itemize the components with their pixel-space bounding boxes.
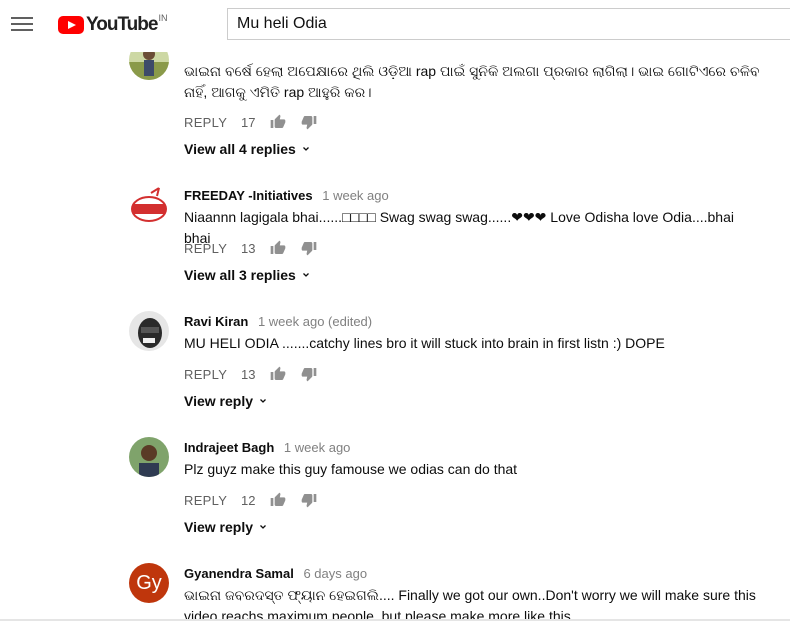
avatar[interactable]: Gy <box>129 563 169 603</box>
author-name[interactable]: Indrajeet Bagh <box>184 440 274 455</box>
comment-thread: FREEDAY -Initiatives 1 week ago Niaannn … <box>0 185 790 311</box>
reply-button[interactable]: REPLY <box>184 115 241 130</box>
comment-thread: Indrajeet Bagh 1 week ago Plz guyz make … <box>0 437 790 563</box>
view-replies-label: View reply <box>184 393 254 409</box>
view-replies-button[interactable]: View all 4 replies <box>184 141 312 157</box>
view-replies-button[interactable]: View all 3 replies <box>184 267 312 283</box>
reply-button[interactable]: REPLY <box>184 367 241 382</box>
thumbs-down-icon[interactable] <box>301 240 317 256</box>
comment-time[interactable]: 1 week ago (edited) <box>258 314 372 329</box>
like-count: 13 <box>241 366 256 382</box>
chevron-down-icon <box>260 525 266 529</box>
search-input[interactable] <box>227 8 790 40</box>
comment-text: ଭାଇନା ବର୍ଷେ ହେଲା ଅପେକ୍ଷାରେ ଥିଲି ଓଡ଼ିଆ ra… <box>184 63 760 100</box>
comment-header: Ravi Kiran 1 week ago (edited) <box>184 314 372 329</box>
avatar[interactable] <box>129 185 169 225</box>
comment-actions: REPLY 13 <box>184 238 332 258</box>
like-count: 12 <box>241 492 256 508</box>
menu-icon[interactable] <box>11 14 33 32</box>
thumbs-down-icon[interactable] <box>301 366 317 382</box>
view-replies-button[interactable]: View reply <box>184 393 269 409</box>
comment-time[interactable]: 6 days ago <box>303 566 367 581</box>
avatar[interactable] <box>129 311 169 351</box>
logo-region: IN <box>158 13 168 23</box>
thumbs-up-icon[interactable] <box>270 240 286 256</box>
thumbs-up-icon[interactable] <box>270 366 286 382</box>
comment-thread: Ravi Kiran 1 week ago (edited) MU HELI O… <box>0 311 790 437</box>
author-name[interactable]: Gyanendra Samal <box>184 566 294 581</box>
view-replies-label: View all 3 replies <box>184 267 296 283</box>
thumbs-up-icon[interactable] <box>270 492 286 508</box>
play-logo-icon <box>58 16 84 34</box>
comment-text: ଭାଇନା ଜବରଦସ୍ତ ଫ୍ୟାନ ହେଇଗଲି.... Finally w… <box>184 587 756 619</box>
avatar-initials: Gy <box>136 571 162 594</box>
logo-text: YouTube <box>86 14 158 35</box>
like-count: 13 <box>241 240 256 256</box>
like-count: 17 <box>241 114 256 130</box>
thumbs-down-icon[interactable] <box>301 492 317 508</box>
comment-actions: REPLY 12 <box>184 490 332 510</box>
comment-text: Plz guyz make this guy famouse we odias … <box>184 461 518 477</box>
thumbs-down-icon[interactable] <box>301 114 317 130</box>
reply-button[interactable]: REPLY <box>184 241 241 256</box>
view-replies-button[interactable]: View reply <box>184 519 269 535</box>
view-replies-label: View all 4 replies <box>184 141 296 157</box>
comment-actions: REPLY 13 <box>184 364 332 384</box>
chevron-down-icon <box>302 147 309 151</box>
comment-time[interactable]: 1 week ago <box>284 440 351 455</box>
view-replies-label: View reply <box>184 519 254 535</box>
comment-time[interactable]: 1 week ago <box>322 188 389 203</box>
comment-thread: Gy Gyanendra Samal 6 days ago ଭାଇନା ଜବରଦ… <box>0 563 790 619</box>
avatar[interactable] <box>129 437 169 477</box>
thumbs-up-icon[interactable] <box>270 114 286 130</box>
author-name[interactable]: Ravi Kiran <box>184 314 248 329</box>
comment-actions: REPLY 17 <box>184 112 332 132</box>
youtube-logo[interactable]: YouTube IN <box>58 13 167 37</box>
masthead: YouTube IN <box>0 0 790 52</box>
comment-text: MU HELI ODIA .......catchy lines bro it … <box>184 335 665 351</box>
author-name[interactable]: FREEDAY -Initiatives <box>184 188 313 203</box>
comment-header: FREEDAY -Initiatives 1 week ago <box>184 188 389 203</box>
reply-button[interactable]: REPLY <box>184 493 241 508</box>
comment-header: Indrajeet Bagh 1 week ago <box>184 440 350 455</box>
chevron-down-icon <box>302 273 309 277</box>
chevron-down-icon <box>260 399 266 403</box>
comment-header: Gyanendra Samal 6 days ago <box>184 566 367 581</box>
